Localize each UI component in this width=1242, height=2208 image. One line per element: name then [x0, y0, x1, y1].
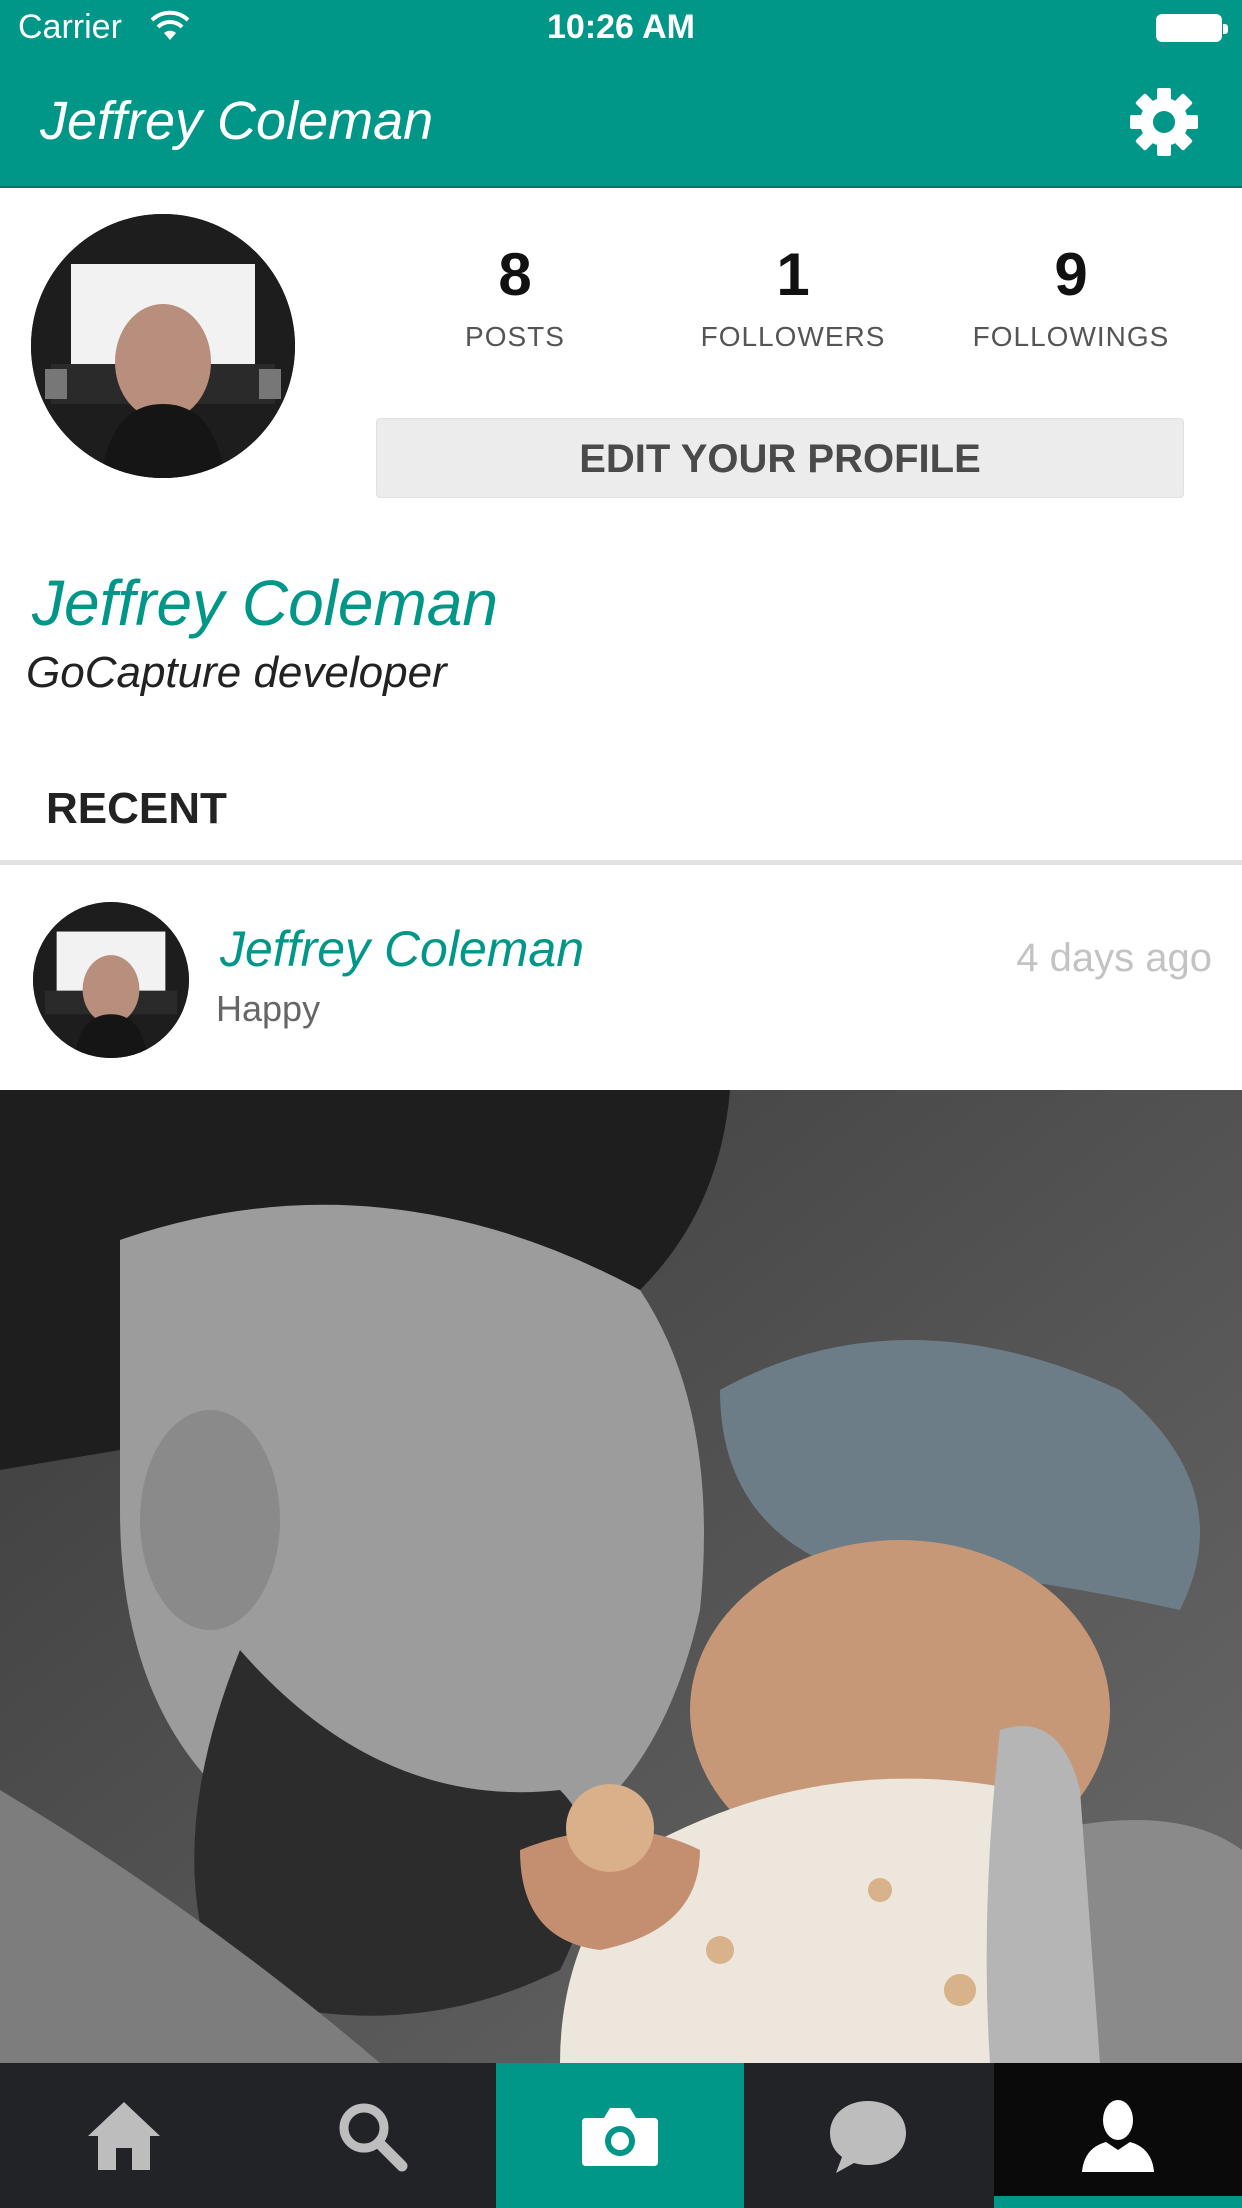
tab-home[interactable]: [0, 2063, 248, 2208]
profile-bio: GoCapture developer: [26, 648, 447, 697]
post-author-name[interactable]: Jeffrey Coleman: [220, 920, 584, 978]
stat-followings[interactable]: 9 FOLLOWINGS: [932, 240, 1210, 353]
settings-button[interactable]: [1126, 84, 1202, 160]
tab-search[interactable]: [248, 2063, 496, 2208]
stat-label: FOLLOWERS: [700, 321, 886, 352]
tab-profile[interactable]: [994, 2063, 1242, 2208]
selected-tab-indicator: [994, 2196, 1242, 2208]
stat-followers[interactable]: 1 FOLLOWERS: [654, 240, 932, 353]
post-header[interactable]: Jeffrey Coleman Happy 4 days ago: [0, 866, 1242, 1090]
profile-name: Jeffrey Coleman: [32, 567, 498, 639]
battery-icon: [1156, 14, 1228, 42]
gear-icon: [1130, 88, 1198, 156]
section-divider: [0, 860, 1242, 865]
tab-camera[interactable]: [496, 2063, 744, 2208]
stat-value: 9: [1054, 241, 1088, 308]
post-author-avatar[interactable]: [33, 902, 189, 1058]
tab-messages[interactable]: [744, 2063, 992, 2208]
nav-title: Jeffrey Coleman: [40, 91, 434, 151]
profile-stats: 8 POSTS 1 FOLLOWERS 9 FOLLOWINGS: [376, 240, 1210, 380]
profile-icon: [1082, 2099, 1154, 2172]
avatar-image: [31, 214, 295, 478]
chat-bubble-icon: [830, 2100, 906, 2173]
stat-posts[interactable]: 8 POSTS: [376, 240, 654, 353]
recent-section-title: RECENT: [46, 784, 227, 833]
stat-value: 8: [498, 241, 532, 308]
search-icon: [339, 2103, 408, 2171]
edit-profile-button[interactable]: EDIT YOUR PROFILE: [376, 418, 1184, 498]
camera-icon: [582, 2107, 658, 2166]
tab-bar: [0, 2063, 1242, 2208]
status-bar: Carrier 10:26 AM: [0, 0, 1242, 58]
post-timestamp: 4 days ago: [1016, 936, 1212, 980]
post-photo[interactable]: [0, 1090, 1242, 2063]
post-caption: Happy: [216, 988, 321, 1029]
photo-image: [0, 1090, 1242, 2063]
stat-label: POSTS: [465, 321, 565, 352]
stat-label: FOLLOWINGS: [972, 321, 1170, 352]
home-icon: [88, 2101, 160, 2170]
avatar-image: [33, 902, 189, 1058]
stat-value: 1: [776, 241, 810, 308]
navigation-bar: Jeffrey Coleman: [0, 58, 1242, 188]
status-time: 10:26 AM: [546, 8, 696, 46]
profile-avatar[interactable]: [31, 214, 295, 478]
